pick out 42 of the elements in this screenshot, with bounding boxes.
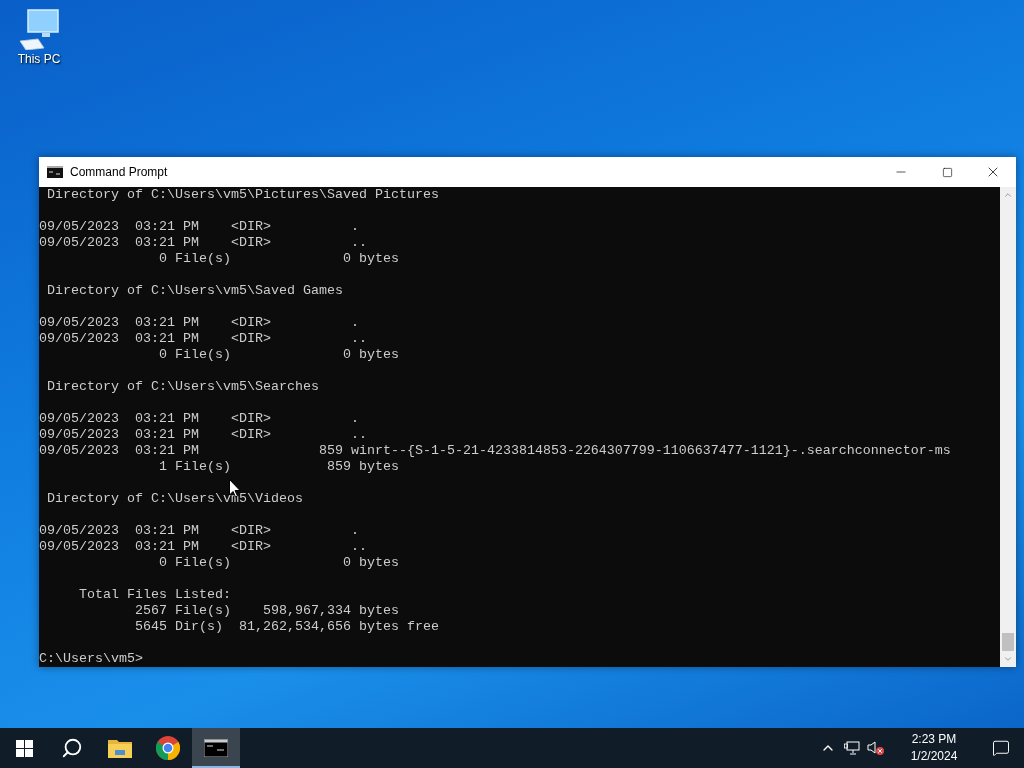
caret-icon — [1003, 654, 1013, 664]
console-line: Directory of C:\Users\vm5\Saved Games — [46, 283, 343, 299]
network-monitor-icon — [844, 741, 860, 755]
windows-logo-icon — [15, 739, 33, 757]
clock-date: 1/2/2024 — [910, 748, 958, 765]
console-line: 5645 Dir(s) 81,262,534,656 bytes free — [133, 619, 439, 635]
computer-icon[interactable] — [18, 8, 60, 50]
console-line: 09/05/2023 03:21 PM 859 winrt--{S-1-5-21-4233814853-2264307799-1106637477-1121}-.searchconnector-ms — [39, 443, 951, 459]
console-line: Total Files Listed: — [78, 587, 231, 603]
taskbar-button[interactable] — [192, 728, 240, 768]
terminal-icon — [204, 739, 228, 757]
desktop-icon-label[interactable]: This PC — [17, 52, 61, 66]
terminal-icon — [47, 166, 63, 178]
folder-icon — [108, 738, 132, 758]
console-line: 09/05/2023 03:21 PM <DIR> . — [39, 523, 359, 539]
console-line: 0 File(s) 0 bytes — [157, 347, 399, 363]
maximize-icon — [941, 166, 953, 178]
console-line: 09/05/2023 03:21 PM <DIR> .. — [39, 539, 367, 555]
console-line: Directory of C:\Users\vm5\Searches — [46, 379, 319, 395]
console-line: 1 File(s) 859 bytes — [157, 459, 399, 475]
clock-time: 2:23 PM — [911, 731, 957, 748]
caret-icon — [1003, 190, 1013, 200]
notification-icon — [992, 739, 1010, 757]
console-line: 09/05/2023 03:21 PM <DIR> .. — [39, 331, 367, 347]
console-line: Directory of C:\Users\vm5\Pictures\Saved Pictures — [46, 187, 439, 203]
console-line: 09/05/2023 03:21 PM <DIR> . — [39, 411, 359, 427]
console-line: 2567 File(s) 598,967,334 bytes — [133, 603, 399, 619]
console-line: C:\Users\vm5> — [39, 651, 143, 667]
console-line: 09/05/2023 03:21 PM <DIR> . — [39, 315, 359, 331]
window-title: Command Prompt — [70, 165, 169, 179]
console-line: 0 File(s) 0 bytes — [157, 251, 399, 267]
scroll-thumb[interactable] — [1002, 633, 1014, 651]
console-line: 09/05/2023 03:21 PM <DIR> . — [39, 219, 359, 235]
console-line: Directory of C:\Users\vm5\Videos — [46, 491, 303, 507]
scrollbar[interactable] — [1000, 187, 1016, 667]
console-line: 09/05/2023 03:21 PM <DIR> .. — [39, 427, 367, 443]
chrome-icon — [156, 736, 180, 760]
clock-button[interactable]: 2:23 PM 1/2/2024 — [896, 728, 972, 768]
console-line: 0 File(s) 0 bytes — [157, 555, 399, 571]
console-line: 09/05/2023 03:21 PM <DIR> .. — [39, 235, 367, 251]
search-icon — [61, 737, 83, 759]
speaker-muted-icon — [867, 740, 885, 756]
